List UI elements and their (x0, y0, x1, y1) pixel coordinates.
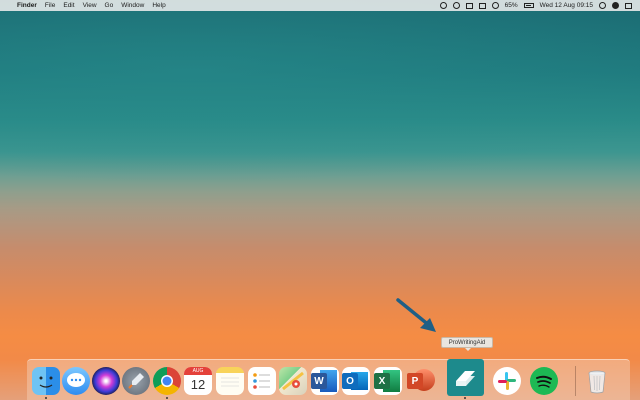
annotation-arrow-icon (396, 298, 436, 332)
prowritingaid-running-indicator (464, 397, 466, 399)
dock: AUG 12 W O X P (27, 359, 630, 400)
menu-go[interactable]: Go (105, 2, 114, 9)
word-icon[interactable]: W (311, 367, 339, 395)
dropbox-icon[interactable] (465, 2, 473, 9)
maps-icon[interactable] (279, 367, 307, 395)
reminders-icon[interactable] (248, 367, 276, 395)
powerpoint-icon[interactable]: P (407, 367, 435, 395)
wifi-icon[interactable] (491, 2, 499, 9)
settings-icon[interactable] (452, 2, 460, 9)
status-icon[interactable] (439, 2, 447, 9)
finder-running-indicator (45, 397, 47, 399)
notification-center-icon[interactable] (625, 2, 632, 9)
calendar-month: AUG (184, 367, 212, 375)
dock-tooltip: ProWritingAid (441, 337, 493, 351)
menu-file[interactable]: File (45, 2, 55, 9)
menu-window[interactable]: Window (121, 2, 144, 9)
siri-icon[interactable] (92, 367, 120, 395)
menu-bar: Finder File Edit View Go Window Help 65%… (0, 0, 640, 11)
menu-edit[interactable]: Edit (63, 2, 74, 9)
finder-icon[interactable] (32, 367, 60, 395)
notes-icon[interactable] (216, 367, 244, 395)
user-avatar-icon[interactable] (612, 2, 619, 9)
spotify-icon[interactable] (530, 367, 558, 395)
slack-icon[interactable] (493, 367, 521, 395)
launchpad-icon[interactable] (122, 367, 150, 395)
calendar-icon[interactable]: AUG 12 (184, 367, 212, 395)
spotlight-search-icon[interactable] (599, 2, 606, 9)
chrome-running-indicator (166, 397, 168, 399)
battery-percent: 65% (504, 2, 518, 9)
outlook-icon[interactable]: O (342, 367, 370, 395)
calendar-day: 12 (190, 377, 206, 392)
trash-icon[interactable] (583, 367, 611, 395)
menu-app-name[interactable]: Finder (17, 2, 37, 9)
menu-view[interactable]: View (83, 2, 97, 9)
excel-icon[interactable]: X (374, 367, 402, 395)
dock-separator (575, 366, 576, 396)
battery-icon[interactable] (523, 3, 534, 8)
messages-icon[interactable] (62, 367, 90, 395)
chrome-icon[interactable] (153, 367, 181, 395)
menu-help[interactable]: Help (152, 2, 165, 9)
display-icon[interactable] (478, 2, 486, 9)
menu-clock[interactable]: Wed 12 Aug 09:15 (540, 2, 593, 9)
prowritingaid-icon[interactable] (447, 359, 484, 396)
